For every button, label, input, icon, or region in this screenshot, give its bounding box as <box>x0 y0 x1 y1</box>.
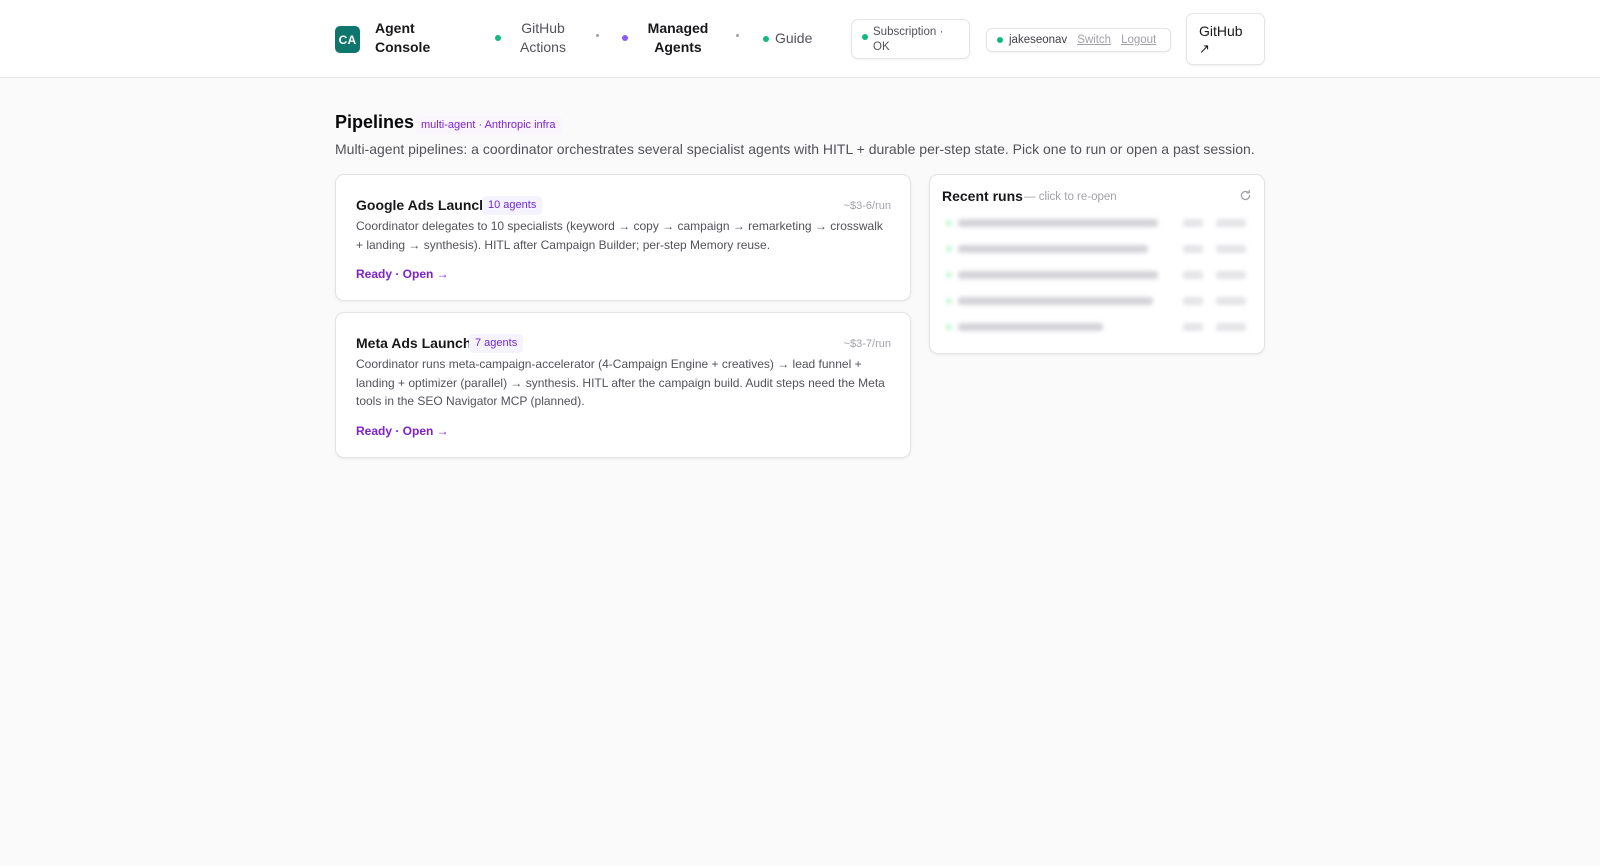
status-dot-icon <box>495 35 501 41</box>
status-dot-icon <box>862 34 868 40</box>
pipeline-card-meta-ads[interactable]: Meta Ads Launch 7 agents ~$3-7/run Coord… <box>335 312 911 458</box>
pipeline-cost: ~$3-7/run <box>843 338 891 350</box>
nav-label: Guide <box>775 30 813 46</box>
agents-count-badge: 7 agents <box>469 334 524 353</box>
recent-runs-panel: Recent runs — click to re-open <box>929 174 1265 354</box>
brand-name[interactable]: Agent Console <box>375 19 455 57</box>
recent-run-item[interactable] <box>946 241 1248 257</box>
subscription-status-badge[interactable]: Subscription · OK <box>851 19 970 59</box>
pipeline-title: Meta Ads Launch <box>356 335 472 351</box>
page-subtitle: Multi-agent pipelines: a coordinator orc… <box>335 141 1255 157</box>
status-dot-icon <box>763 35 769 42</box>
nav-label: Managed Agents <box>647 20 709 55</box>
external-link-icon: ↗ <box>1199 41 1210 56</box>
switch-user-link[interactable]: Switch <box>1077 34 1111 46</box>
pipeline-cost: ~$3-6/run <box>843 200 891 212</box>
recent-run-item[interactable] <box>946 319 1248 335</box>
github-button-label: GitHub <box>1199 23 1243 39</box>
recent-run-item[interactable] <box>946 267 1248 283</box>
logout-link[interactable]: Logout <box>1121 34 1156 46</box>
pipeline-open-link[interactable]: Ready · Open → <box>356 267 449 281</box>
status-dot-icon <box>997 37 1003 43</box>
page-tag-badge: multi-agent · Anthropic infra <box>415 116 562 135</box>
user-name: jakeseonav <box>1009 34 1068 46</box>
pipeline-description: Coordinator delegates to 10 specialists … <box>356 219 883 252</box>
logo-icon[interactable]: CA <box>335 26 360 53</box>
nav-managed-agents[interactable]: Managed Agents <box>622 19 714 57</box>
pipeline-card-google-ads[interactable]: Google Ads Launch 10 agents ~$3-6/run Co… <box>335 174 911 301</box>
recent-run-item[interactable] <box>946 215 1248 231</box>
recent-run-item[interactable] <box>946 293 1248 309</box>
user-session-pill: jakeseonav Switch Logout <box>986 28 1171 52</box>
status-dot-icon <box>622 35 628 41</box>
agents-count-badge: 10 agents <box>482 196 543 215</box>
page-title: Pipelines <box>335 112 415 132</box>
nav-separator <box>596 34 599 37</box>
recent-runs-title: Recent runs <box>942 188 1023 204</box>
nav-label: GitHub Actions <box>520 20 566 55</box>
pipeline-open-link[interactable]: Ready · Open → <box>356 424 449 438</box>
github-button[interactable]: GitHub ↗ <box>1186 13 1265 65</box>
top-header: CA Agent Console GitHub Actions Managed … <box>0 0 1600 78</box>
nav-github-actions[interactable]: GitHub Actions <box>495 19 575 57</box>
refresh-icon[interactable] <box>1239 189 1252 202</box>
subscription-status-text: Subscription · OK <box>873 26 944 53</box>
nav-guide[interactable]: Guide <box>763 29 843 48</box>
nav-separator <box>736 34 739 37</box>
pipeline-description: Coordinator runs meta-campaign-accelerat… <box>356 357 885 408</box>
pipeline-title: Google Ads Launch <box>356 197 488 213</box>
recent-runs-hint: — click to re-open <box>1024 191 1117 203</box>
